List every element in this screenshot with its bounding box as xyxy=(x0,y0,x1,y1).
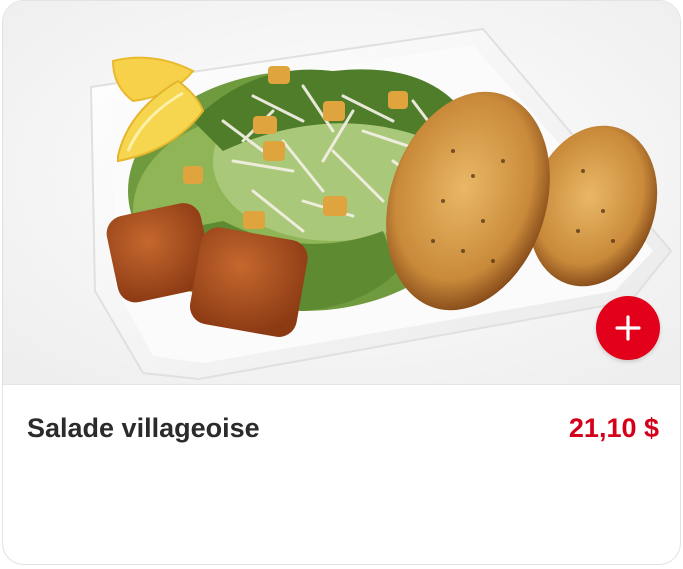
product-name[interactable]: Salade villageoise xyxy=(27,413,260,444)
product-price: 21,10 $ xyxy=(568,413,659,443)
salad-plate-illustration xyxy=(3,1,680,384)
plus-icon xyxy=(615,315,641,341)
add-to-cart-button[interactable] xyxy=(596,296,660,360)
product-image[interactable] xyxy=(3,1,680,385)
product-info: Salade villageoise 21,10 $ xyxy=(3,385,680,564)
product-card[interactable]: Salade villageoise 21,10 $ xyxy=(2,0,681,565)
